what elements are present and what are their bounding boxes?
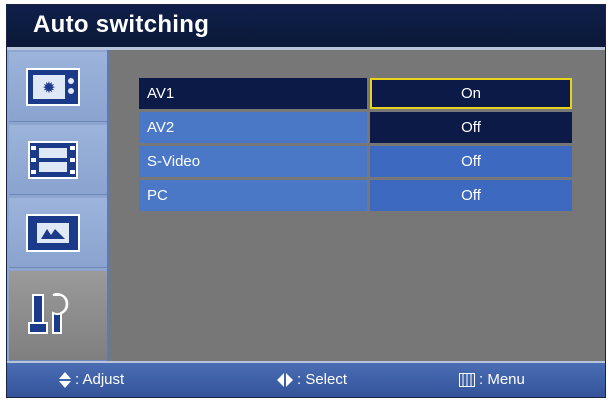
auto-switching-options: AV1 On AV2 Off S-Video Off PC Off [139, 78, 572, 214]
option-label: PC [139, 180, 367, 211]
sidebar-item-picture[interactable]: ✹ [9, 52, 107, 122]
hint-select-label: : Select [297, 371, 348, 388]
hint-menu-label: : Menu [479, 371, 525, 388]
option-label: S-Video [139, 146, 367, 177]
option-value[interactable]: Off [370, 112, 572, 143]
option-row-av1[interactable]: AV1 On [139, 78, 572, 109]
hint-menu: : Menu [459, 371, 525, 388]
option-label: AV2 [139, 112, 367, 143]
svg-text:✹: ✹ [42, 78, 55, 97]
hint-adjust: : Adjust [59, 371, 124, 388]
hint-adjust-label: : Adjust [75, 371, 125, 388]
option-value[interactable]: Off [370, 180, 572, 211]
sidebar: ✹ [7, 50, 109, 363]
option-row-av2[interactable]: AV2 Off [139, 112, 572, 143]
screen-icon [26, 214, 80, 252]
sidebar-item-screen[interactable] [9, 198, 107, 268]
footer-hints: : Adjust : Select : Menu [7, 361, 605, 397]
option-label: AV1 [139, 78, 367, 109]
option-value[interactable]: On [370, 78, 572, 109]
page-title: Auto switching [33, 11, 210, 38]
left-right-arrow-icon [277, 372, 293, 387]
sidebar-item-film[interactable] [9, 125, 107, 195]
option-value[interactable]: Off [370, 146, 572, 177]
up-down-arrow-icon [59, 371, 71, 388]
picture-icon: ✹ [26, 68, 80, 106]
option-row-s-video[interactable]: S-Video Off [139, 146, 572, 177]
option-row-pc[interactable]: PC Off [139, 180, 572, 211]
sidebar-item-tools[interactable] [9, 271, 107, 361]
menu-icon [459, 372, 475, 387]
title-bar: Auto switching [7, 5, 605, 50]
hint-select: : Select [277, 371, 347, 388]
osd-window: Auto switching ✹ AV1 On AV2 Off S-Video … [6, 4, 606, 398]
tools-icon [28, 293, 69, 334]
film-icon [28, 141, 78, 179]
options-panel: AV1 On AV2 Off S-Video Off PC Off [109, 50, 605, 363]
